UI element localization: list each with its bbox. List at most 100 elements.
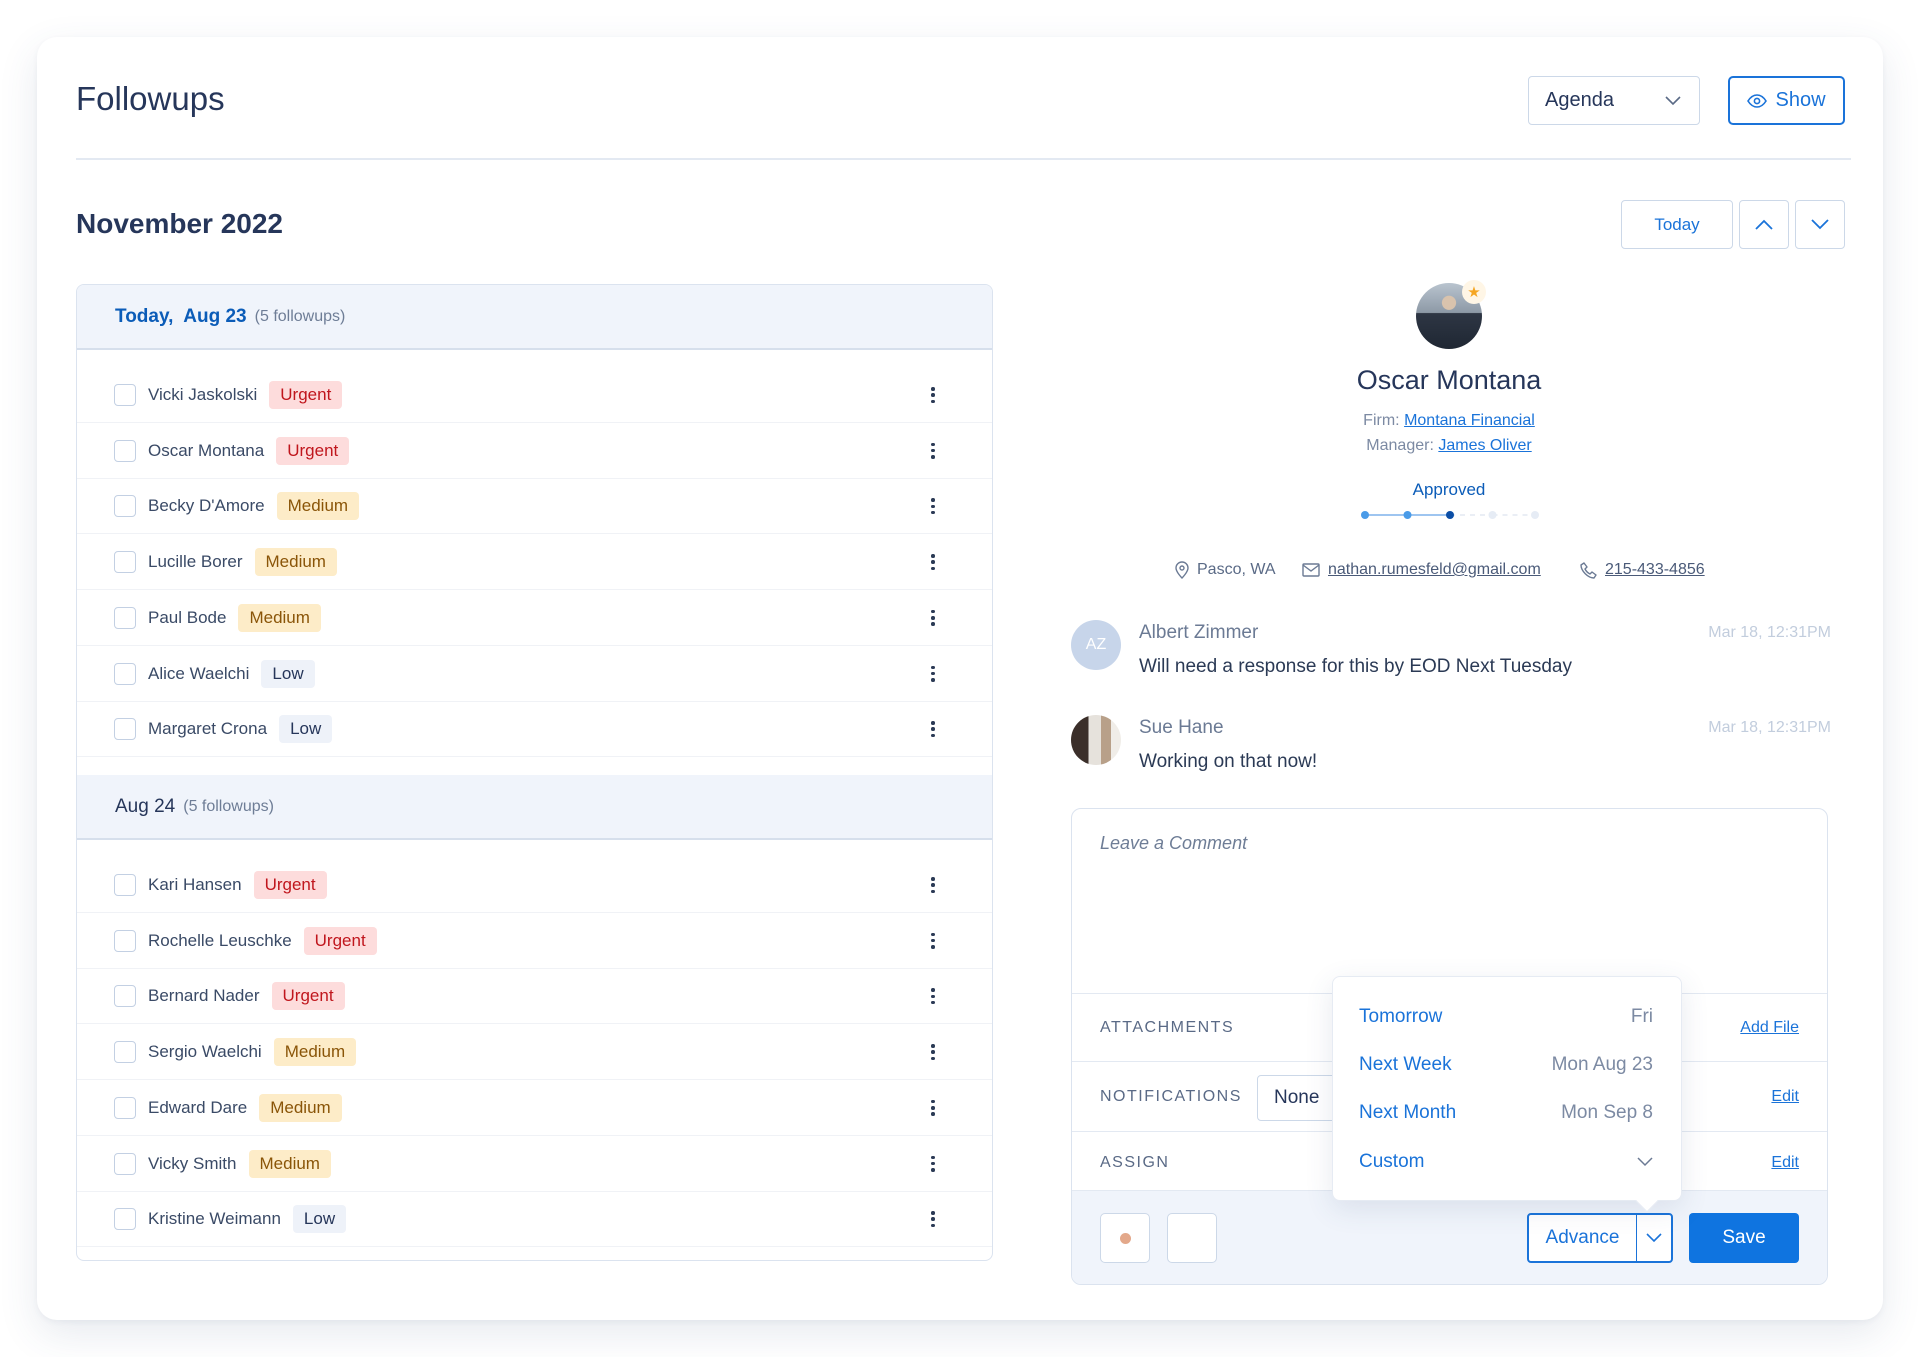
color-dot-icon — [1120, 1233, 1131, 1244]
composer-footer: Advance Save — [1072, 1190, 1827, 1284]
status-progress — [1361, 511, 1539, 519]
menu-item-next-week[interactable]: Next Week Mon Aug 23 — [1333, 1045, 1681, 1085]
manager-link[interactable]: James Oliver — [1438, 437, 1531, 454]
phone: 215-433-4856 — [1580, 558, 1705, 582]
list-item[interactable]: Paul Bode Medium — [77, 591, 992, 646]
manager-line: Manager: James Oliver — [1366, 437, 1532, 454]
list-item[interactable]: Lucille Borer Medium — [77, 535, 992, 591]
more-options-icon[interactable] — [926, 663, 940, 685]
row-name: Margaret Crona — [148, 719, 268, 739]
row-checkbox[interactable] — [114, 1041, 136, 1064]
attachments-label: ATTACHMENTS — [1100, 1018, 1235, 1036]
more-options-icon[interactable] — [926, 440, 940, 462]
today-button[interactable]: Today — [1621, 200, 1733, 249]
row-name: Bernard Nader — [148, 986, 260, 1006]
row-checkbox[interactable] — [114, 384, 136, 406]
blank-option-button[interactable] — [1167, 1213, 1217, 1263]
progress-step — [1488, 511, 1497, 519]
next-button[interactable] — [1795, 200, 1845, 249]
row-name: Vicky Smith — [148, 1153, 237, 1173]
location: Pasco, WA — [1175, 558, 1276, 582]
more-options-icon[interactable] — [926, 607, 940, 629]
more-options-icon[interactable] — [926, 1041, 940, 1063]
list-item[interactable]: Sergio Waelchi Medium — [77, 1025, 992, 1081]
firm-line: Firm: Montana Financial — [1363, 412, 1535, 429]
save-button[interactable]: Save — [1689, 1213, 1799, 1263]
menu-item-tomorrow[interactable]: Tomorrow Fri — [1333, 997, 1681, 1037]
progress-step — [1446, 511, 1454, 519]
comment-author: Sue Hane — [1139, 717, 1224, 738]
list-item[interactable]: Kristine Weimann Low — [77, 1192, 992, 1248]
status-label: Approved — [1412, 480, 1486, 499]
row-checkbox[interactable] — [114, 495, 136, 518]
row-checkbox[interactable] — [114, 606, 136, 629]
comment-time: Mar 18, 12:31PM — [1708, 719, 1831, 736]
firm-link[interactable]: Montana Financial — [1404, 412, 1535, 429]
more-options-icon[interactable] — [926, 495, 940, 517]
row-checkbox[interactable] — [114, 439, 136, 462]
row-name: Becky D'Amore — [148, 496, 265, 516]
list-item[interactable]: Bernard Nader Urgent — [77, 969, 992, 1025]
row-checkbox[interactable] — [114, 1208, 136, 1231]
comment-input[interactable] — [1072, 809, 1827, 993]
comment-item: AZ Albert Zimmer Mar 18, 12:31PM Will ne… — [1071, 620, 1831, 680]
more-options-icon[interactable] — [926, 1208, 940, 1230]
list-item[interactable]: Alice Waelchi Low — [77, 647, 992, 702]
chevron-down-icon — [1637, 1157, 1653, 1167]
previous-button[interactable] — [1739, 200, 1789, 249]
advance-button[interactable]: Advance — [1529, 1215, 1637, 1261]
more-options-icon[interactable] — [926, 718, 940, 740]
more-options-icon[interactable] — [926, 1097, 940, 1119]
priority-badge: Urgent — [276, 436, 350, 465]
row-name: Alice Waelchi — [148, 663, 250, 683]
list-item[interactable]: Vicki Jaskolski Urgent — [77, 368, 992, 423]
list-item[interactable]: Kari Hansen Urgent — [77, 858, 992, 913]
list-item[interactable]: Rochelle Leuschke Urgent — [77, 914, 992, 969]
priority-badge: Medium — [259, 1093, 342, 1122]
eye-icon — [1747, 93, 1768, 108]
more-options-icon[interactable] — [926, 1153, 940, 1175]
advance-dropdown-toggle[interactable] — [1637, 1215, 1671, 1261]
comment-author: Albert Zimmer — [1139, 622, 1259, 643]
list-item[interactable]: Oscar Montana Urgent — [77, 424, 992, 479]
phone-link[interactable]: 215-433-4856 — [1605, 561, 1705, 579]
notifications-edit-link[interactable]: Edit — [1771, 1088, 1799, 1106]
list-item[interactable]: Margaret Crona Low — [77, 702, 992, 758]
menu-item-custom[interactable]: Custom — [1333, 1142, 1681, 1182]
section-count: (5 followups) — [183, 797, 274, 815]
section-date: Today, Aug 23 — [115, 305, 247, 327]
assign-edit-link[interactable]: Edit — [1771, 1154, 1799, 1172]
row-checkbox[interactable] — [114, 1096, 136, 1119]
more-options-icon[interactable] — [926, 930, 940, 952]
row-checkbox[interactable] — [114, 662, 136, 685]
mail-icon — [1302, 563, 1320, 577]
progress-step — [1361, 511, 1369, 519]
list-item[interactable]: Becky D'Amore Medium — [77, 479, 992, 535]
phone-icon — [1580, 561, 1597, 579]
email-link[interactable]: nathan.rumesfeld@gmail.com — [1328, 561, 1541, 579]
view-select[interactable]: Agenda — [1528, 76, 1700, 125]
more-options-icon[interactable] — [926, 985, 940, 1007]
row-checkbox[interactable] — [114, 718, 136, 741]
more-options-icon[interactable] — [926, 551, 940, 573]
color-dot-button[interactable] — [1100, 1213, 1150, 1263]
menu-item-next-month[interactable]: Next Month Mon Sep 8 — [1333, 1093, 1681, 1133]
row-checkbox[interactable] — [114, 985, 136, 1008]
list-item[interactable]: Vicky Smith Medium — [77, 1137, 992, 1192]
section-count: (5 followups) — [254, 307, 346, 325]
priority-badge: Medium — [238, 603, 321, 632]
priority-badge: Medium — [248, 1149, 331, 1178]
row-checkbox[interactable] — [114, 929, 136, 952]
more-options-icon[interactable] — [926, 384, 940, 406]
row-checkbox[interactable] — [114, 874, 136, 896]
list-item[interactable]: Edward Dare Medium — [77, 1081, 992, 1136]
contact-name: Oscar Montana — [1356, 365, 1542, 395]
row-checkbox[interactable] — [114, 1152, 136, 1175]
add-file-link[interactable]: Add File — [1740, 1019, 1799, 1037]
assign-label: ASSIGN — [1100, 1153, 1170, 1171]
star-icon[interactable]: ★ — [1462, 280, 1486, 304]
more-options-icon[interactable] — [926, 874, 940, 896]
row-checkbox[interactable] — [114, 551, 136, 574]
priority-badge: Medium — [276, 492, 360, 521]
show-button[interactable]: Show — [1728, 76, 1845, 125]
